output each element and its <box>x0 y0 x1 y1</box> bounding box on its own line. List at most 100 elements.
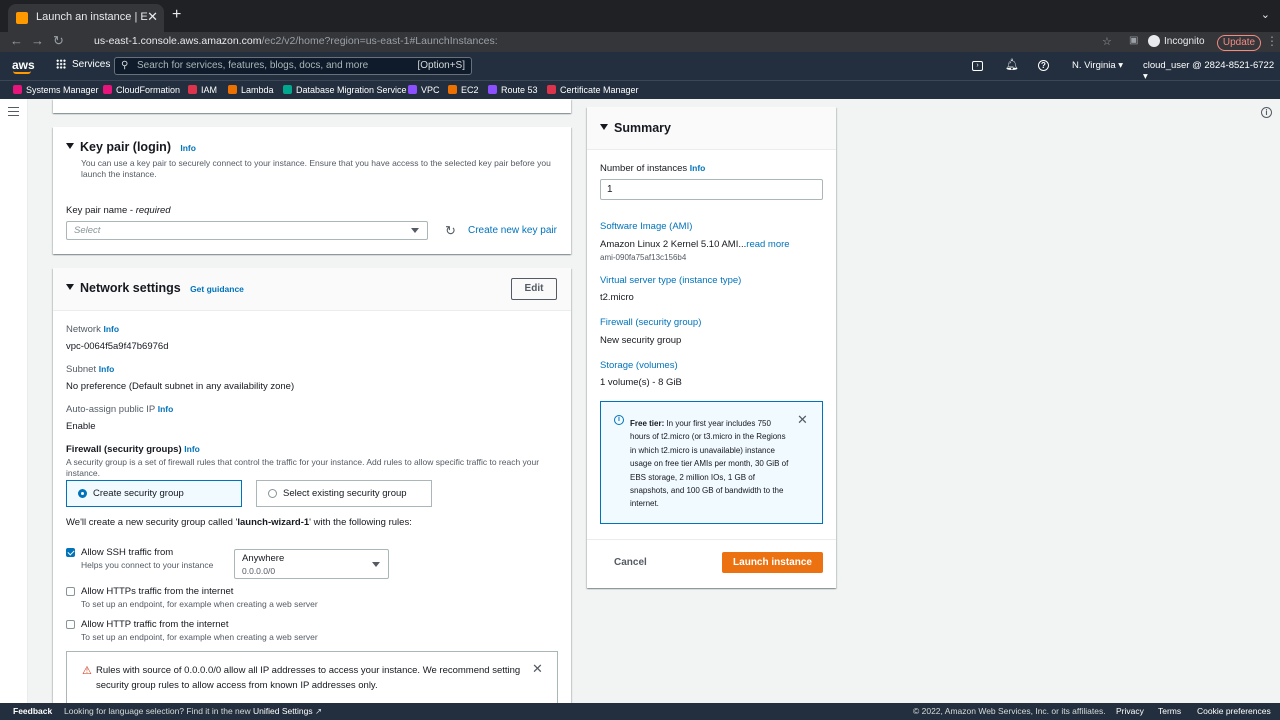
favorite-lambda[interactable]: Lambda <box>228 85 274 95</box>
network-header[interactable]: Network settings Get guidance <box>66 281 244 295</box>
incognito-icon <box>1148 35 1160 47</box>
subnet-info-link[interactable]: Info <box>99 364 115 374</box>
free-tier-text: Free tier: In your first year includes 7… <box>630 419 789 509</box>
select-existing-security-group-option[interactable]: Select existing security group <box>256 480 432 507</box>
console-search-input[interactable]: ⚲ Search for services, features, blogs, … <box>114 57 472 75</box>
key-pair-title: Key pair (login) <box>80 140 171 154</box>
update-button[interactable]: Update <box>1217 35 1261 51</box>
instances-info-link[interactable]: Info <box>690 163 706 173</box>
refresh-icon[interactable]: ↻ <box>445 223 456 239</box>
create-key-pair-link[interactable]: Create new key pair <box>468 225 557 236</box>
warning-text: Rules with source of 0.0.0.0/0 allow all… <box>96 665 521 691</box>
favorite-certificate-manager[interactable]: Certificate Manager <box>547 85 639 95</box>
cloudshell-icon[interactable]: › <box>972 61 983 71</box>
aws-console-header: aws Services ⚲ Search for services, feat… <box>0 52 1280 82</box>
privacy-link[interactable]: Privacy <box>1116 706 1144 716</box>
launch-instance-button[interactable]: Launch instance <box>722 552 823 573</box>
public-ip-value: Enable <box>66 421 96 432</box>
key-pair-panel: Key pair (login) Info You can use a key … <box>53 127 571 254</box>
cancel-button[interactable]: Cancel <box>614 557 647 568</box>
ssh-source-select[interactable]: Anywhere 0.0.0.0/0 <box>234 549 389 579</box>
account-label: cloud_user @ 2824-8521-6722 <box>1143 60 1275 71</box>
security-group-link[interactable]: Firewall (security group) <box>600 317 701 328</box>
network-label: Network Info <box>66 324 120 335</box>
help-icon[interactable]: ? <box>1038 60 1049 71</box>
create-security-group-option[interactable]: Create security group <box>66 480 242 507</box>
free-tier-info-box: i Free tier: In your first year includes… <box>600 401 823 524</box>
feedback-link[interactable]: Feedback <box>13 706 52 716</box>
ssh-source-value: Anywhere <box>242 553 285 564</box>
http-checkbox[interactable] <box>66 620 75 629</box>
network-info-link[interactable]: Info <box>103 324 119 334</box>
caret-down-icon <box>372 562 380 567</box>
collapse-triangle-icon <box>600 124 608 130</box>
summary-panel: Summary Number of instances Info 1 Softw… <box>587 107 836 588</box>
forward-icon[interactable]: → <box>31 33 44 48</box>
favorite-systems-manager[interactable]: Systems Manager <box>13 85 99 95</box>
key-pair-header[interactable]: Key pair (login) Info <box>66 140 196 154</box>
storage-link[interactable]: Storage (volumes) <box>600 360 678 371</box>
close-icon[interactable]: ✕ <box>532 661 543 677</box>
instances-input[interactable]: 1 <box>600 179 823 200</box>
favorite-dms[interactable]: Database Migration Service <box>283 85 407 95</box>
ssh-source-cidr: 0.0.0.0/0 <box>242 566 276 576</box>
favorite-ec2[interactable]: EC2 <box>448 85 479 95</box>
summary-header[interactable]: Summary <box>600 121 671 135</box>
instance-type-link[interactable]: Virtual server type (instance type) <box>600 275 741 286</box>
region-selector[interactable]: N. Virginia ▾ <box>1072 60 1123 71</box>
ec2-icon <box>448 85 457 94</box>
tab-search-chevron-icon[interactable]: ⌄ <box>1261 8 1270 21</box>
aws-logo[interactable]: aws <box>12 58 35 74</box>
get-guidance-link[interactable]: Get guidance <box>190 284 244 294</box>
https-rule-description: To set up an endpoint, for example when … <box>81 599 318 609</box>
unified-settings-link[interactable]: Unified Settings <box>253 706 313 716</box>
browser-tab[interactable]: Launch an instance | EC2 Mana ✕ <box>8 4 164 32</box>
notifications-bell-icon[interactable]: 🔔︎ <box>1005 58 1019 71</box>
incognito-label: Incognito <box>1164 36 1205 47</box>
close-tab-icon[interactable]: ✕ <box>147 9 158 25</box>
search-placeholder: Search for services, features, blogs, do… <box>137 60 369 71</box>
ami-read-more-link[interactable]: read more <box>746 239 789 250</box>
bookmark-star-icon[interactable]: ☆ <box>1102 35 1112 48</box>
key-pair-info-link[interactable]: Info <box>180 143 196 153</box>
browser-menu-icon[interactable]: ⋮ <box>1266 34 1278 48</box>
select-sg-label: Select existing security group <box>283 488 407 499</box>
edit-button[interactable]: Edit <box>511 278 557 300</box>
https-checkbox[interactable] <box>66 587 75 596</box>
radio-selected-icon <box>78 489 87 498</box>
info-circle-icon: i <box>614 415 624 425</box>
back-icon[interactable]: ← <box>10 33 23 48</box>
key-pair-select[interactable]: Select <box>66 221 428 240</box>
summary-divider <box>587 539 836 540</box>
ssh-checkbox[interactable] <box>66 548 75 557</box>
ami-link[interactable]: Software Image (AMI) <box>600 221 692 232</box>
url-host: us-east-1.console.aws.amazon.com <box>94 35 262 47</box>
favorite-iam[interactable]: IAM <box>188 85 217 95</box>
favorite-route53[interactable]: Route 53 <box>488 85 538 95</box>
ssh-rule-label: Allow SSH traffic from <box>81 547 174 558</box>
side-panel-icon[interactable]: ▣ <box>1129 35 1138 46</box>
favorite-cloudformation[interactable]: CloudFormation <box>103 85 180 95</box>
cookie-preferences-link[interactable]: Cookie preferences <box>1197 706 1271 716</box>
systems-manager-icon <box>13 85 22 94</box>
terms-link[interactable]: Terms <box>1158 706 1181 716</box>
browser-toolbar: ← → ↻ us-east-1.console.aws.amazon.com/e… <box>0 32 1280 52</box>
services-menu[interactable]: Services <box>56 59 110 70</box>
account-menu[interactable]: cloud_user @ 2824-8521-6722 ▾ <box>1143 60 1280 82</box>
hamburger-menu-icon[interactable] <box>8 107 19 116</box>
summary-title: Summary <box>614 121 671 135</box>
certificate-manager-icon <box>547 85 556 94</box>
new-security-group-text: We'll create a new security group called… <box>66 517 412 528</box>
incognito-indicator[interactable]: Incognito <box>1148 35 1205 47</box>
https-rule-label: Allow HTTPs traffic from the internet <box>81 586 234 597</box>
public-ip-info-link[interactable]: Info <box>158 404 174 414</box>
close-icon[interactable]: ✕ <box>797 412 808 428</box>
firewall-label: Firewall (security groups) Info <box>66 444 200 455</box>
favorite-vpc[interactable]: VPC <box>408 85 440 95</box>
url-bar[interactable]: us-east-1.console.aws.amazon.com/ec2/v2/… <box>76 33 1116 51</box>
cloudformation-icon <box>103 85 112 94</box>
firewall-info-link[interactable]: Info <box>184 444 200 454</box>
new-tab-icon[interactable]: + <box>172 6 181 24</box>
reload-icon[interactable]: ↻ <box>53 33 64 49</box>
info-panel-icon[interactable]: i <box>1261 107 1272 118</box>
